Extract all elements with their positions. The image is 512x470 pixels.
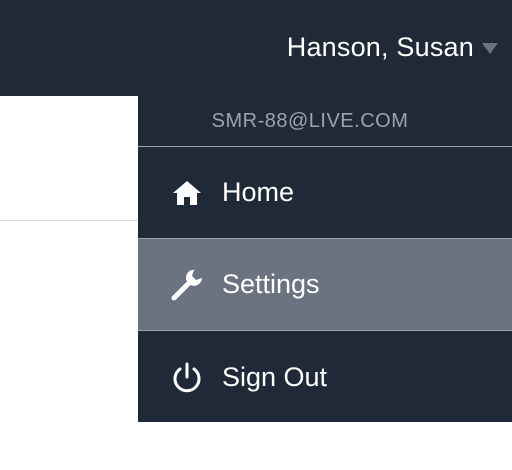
user-email: SMR-88@LIVE.COM (211, 109, 409, 132)
app-window: Hanson, Susan SMR-88@LIVE.COM Home Setti… (0, 0, 512, 470)
caret-down-icon (482, 42, 498, 54)
content-divider (0, 220, 140, 221)
menu-item-home[interactable]: Home (138, 147, 512, 238)
menu-item-settings[interactable]: Settings (138, 239, 512, 330)
home-icon (170, 176, 204, 210)
user-dropdown-menu: SMR-88@LIVE.COM Home Settings Sign Out (138, 96, 512, 422)
menu-item-label: Settings (222, 269, 320, 299)
menu-item-label: Sign Out (222, 362, 328, 392)
menu-divider (138, 330, 512, 331)
wrench-icon (170, 268, 204, 302)
menu-item-label: Home (222, 177, 295, 207)
user-name: Hanson, Susan (286, 32, 474, 62)
menu-item-sign-out[interactable]: Sign Out (138, 332, 512, 423)
user-menu-toggle[interactable]: Hanson, Susan (287, 30, 498, 64)
top-navigation-bar: Hanson, Susan (0, 0, 512, 96)
page-content-panel (0, 107, 138, 220)
power-icon (170, 361, 204, 395)
